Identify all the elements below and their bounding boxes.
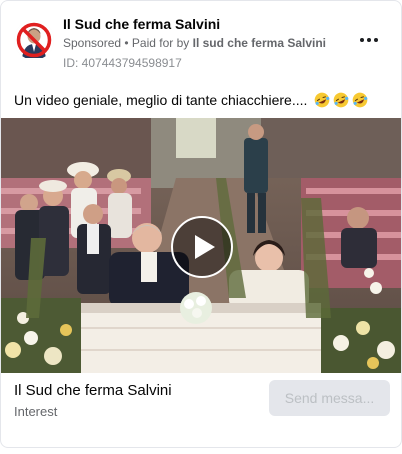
page-avatar[interactable] (14, 20, 54, 60)
more-options-button[interactable] (357, 30, 381, 50)
ad-card: Il Sud che ferma Salvini Sponsored • Pai… (0, 0, 402, 448)
paid-for-prefix: Paid for by (131, 36, 193, 50)
more-dot-icon (367, 38, 371, 42)
rofl-emoji-icon (352, 92, 368, 111)
sponsorship-line: Sponsored • Paid for by Il sud che ferma… (63, 36, 326, 50)
ad-caption: Un video geniale, meglio di tante chiacc… (14, 92, 368, 111)
ad-id: ID: 407443794598917 (63, 56, 182, 70)
ad-header: Il Sud che ferma Salvini Sponsored • Pai… (1, 1, 401, 81)
play-icon (195, 235, 215, 259)
rofl-emoji-icon (333, 92, 349, 111)
ad-footer: Il Sud che ferma Salvini Interest Send m… (1, 373, 401, 447)
prohibited-person-icon (14, 20, 54, 60)
sponsored-label: Sponsored (63, 36, 122, 50)
caption-text: Un video geniale, meglio di tante chiacc… (14, 92, 308, 108)
rofl-emoji-icon (314, 92, 330, 111)
footer-subtitle: Interest (14, 404, 58, 419)
meta-separator: • (121, 36, 132, 50)
play-button[interactable] (171, 216, 233, 278)
more-dot-icon (360, 38, 364, 42)
paid-for-by-name: Il sud che ferma Salvini (192, 36, 327, 50)
send-message-button[interactable]: Send messa... (269, 380, 390, 416)
footer-page-name[interactable]: Il Sud che ferma Salvini (14, 382, 172, 399)
more-dot-icon (374, 38, 378, 42)
page-name-link[interactable]: Il Sud che ferma Salvini (63, 16, 220, 32)
